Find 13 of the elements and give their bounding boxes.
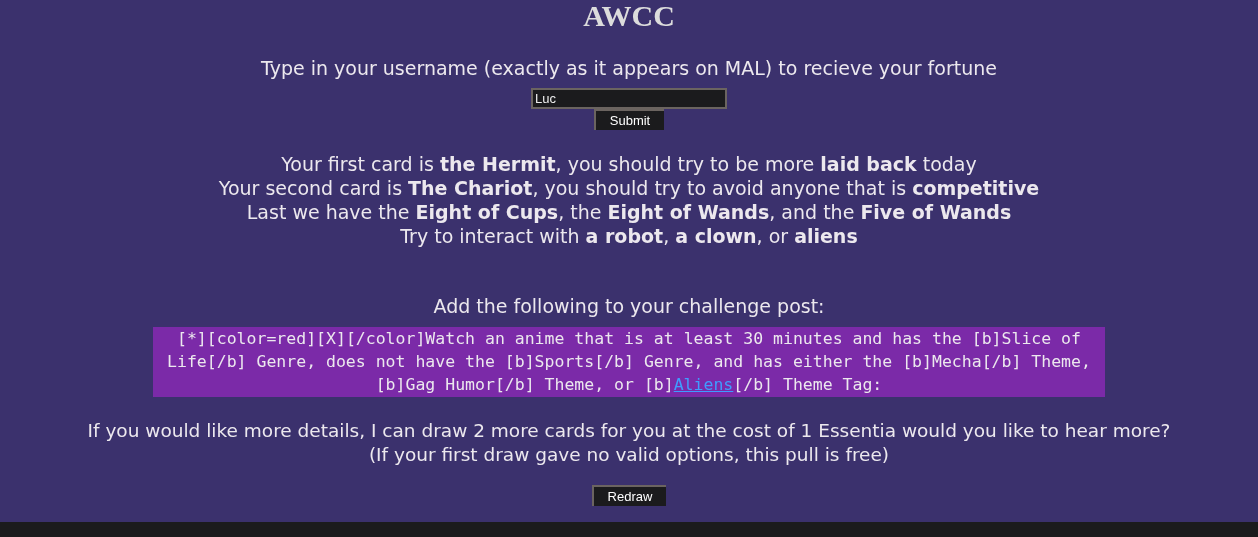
submit-button[interactable]: Submit (593, 109, 665, 130)
username-field[interactable]: Luc (531, 88, 727, 109)
challenge-code-text: [*][color=red][X][/color]Watch an anime that is at least 30 minutes and has the [b]Slice of Life[/b] Genre, does not have the [b]Sports[/b] Genre, and has either the [b]Mecha[/b] Theme, [b]Gag Humor[/b] Theme, or [b]Aliens[/b] Theme Tag: (153, 327, 1105, 397)
page-title: AWCC (583, 0, 675, 32)
fortune-text: Your second card is The Chariot, you should try to avoid anyone that is competitive (218, 176, 1040, 200)
offer-text: If you would like more details, I can draw 2 more cards for you at the cost of 1 Essentia would you like to hear more? (87, 419, 1171, 443)
fortune-text: Last we have the Eight of Cups, the Eight of Wands, and the Five of Wands (245, 200, 1013, 224)
redraw-button[interactable]: Redraw (591, 485, 667, 506)
fortune-text: Your first card is the Hermit, you should try to be more laid back today (280, 152, 978, 176)
fortune-text: Try to interact with a robot, a clown, or aliens (399, 224, 859, 248)
instruction-text: Type in your username (exactly as it appears on MAL) to recieve your fortune (261, 56, 997, 80)
challenge-heading: Add the following to your challenge post: (433, 294, 825, 318)
offer-text: (If your first draw gave no valid options, this pull is free) (367, 443, 891, 467)
